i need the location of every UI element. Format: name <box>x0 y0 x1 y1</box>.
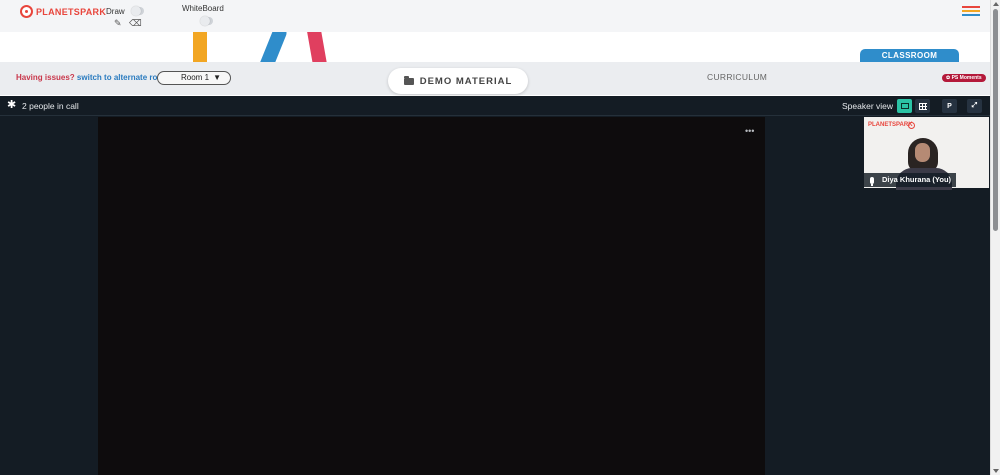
tab-curriculum[interactable]: CURRICULUM <box>707 72 767 82</box>
thumbnail-logo-mirrored <box>907 122 915 129</box>
scroll-up-icon[interactable] <box>993 2 999 6</box>
pin-button[interactable]: P <box>942 99 957 113</box>
thumbnail-logo: PLANETSPARK <box>868 122 913 128</box>
speaker-view-button[interactable] <box>897 99 912 113</box>
ps-moments-label: PS Moments <box>951 75 982 81</box>
gear-icon[interactable]: ✱ <box>7 100 16 111</box>
app-root: PLANETSPARK Draw ✎ ⌫ WhiteBoard CLASSROO… <box>0 0 1000 475</box>
logo-text: PLANETSPARK <box>36 6 107 17</box>
tab-classroom[interactable]: CLASSROOM <box>860 49 959 68</box>
folder-icon <box>403 75 414 85</box>
planetspark-logo: PLANETSPARK <box>20 5 106 18</box>
page-scrollbar[interactable] <box>990 0 1000 475</box>
logo-mark-icon <box>20 5 33 18</box>
view-mode-label: Speaker view <box>842 101 894 111</box>
ps-moments-badge[interactable]: ✿ PS Moments <box>942 74 986 82</box>
fullscreen-button[interactable]: ⤢ <box>967 99 982 113</box>
participant-name: Diya Khurana (You) <box>882 175 952 184</box>
room-select-value: Room 1 <box>181 73 210 82</box>
draw-toggle[interactable] <box>131 6 144 16</box>
demo-material-button[interactable]: DEMO MATERIAL <box>388 68 528 94</box>
grid-icon <box>918 102 927 110</box>
scroll-down-icon[interactable] <box>993 469 999 473</box>
microphone-icon <box>870 176 874 186</box>
grid-view-button[interactable] <box>915 99 930 113</box>
issues-notice: Having issues? switch to alternate room <box>16 73 169 82</box>
more-options-icon[interactable]: ••• <box>745 126 754 136</box>
decor-stroke-red <box>306 32 332 62</box>
issues-text: Having issues? <box>16 73 75 82</box>
expand-icon: ⤢ <box>971 102 978 109</box>
logo-mark-icon <box>908 122 915 129</box>
speaker-view-icon <box>900 103 909 109</box>
menu-icon[interactable] <box>962 6 980 16</box>
top-toolbar: PLANETSPARK Draw ✎ ⌫ WhiteBoard <box>0 0 990 32</box>
decorative-band <box>0 32 990 62</box>
decor-stroke-blue <box>249 32 289 62</box>
call-header: ✱ 2 people in call Speaker view P ⤢ <box>0 96 990 116</box>
people-count: 2 people in call <box>22 101 79 111</box>
participant-face <box>915 143 930 162</box>
draw-label: Draw <box>106 7 125 16</box>
alternate-room-link[interactable]: switch to alternate room <box>77 73 169 82</box>
room-select[interactable]: Room 1 ▼ <box>157 71 231 85</box>
eraser-icon[interactable]: ⌫ <box>129 19 142 28</box>
chevron-down-icon: ▼ <box>213 73 221 82</box>
scroll-thumb[interactable] <box>993 9 998 231</box>
participant-name-tag: Diya Khurana (You) <box>864 173 957 187</box>
main-video-feed <box>98 117 765 475</box>
whiteboard-toggle[interactable] <box>200 16 213 26</box>
whiteboard-label: WhiteBoard <box>182 4 224 13</box>
demo-material-label: DEMO MATERIAL <box>419 75 513 87</box>
pencil-icon[interactable]: ✎ <box>114 19 122 28</box>
decor-stroke-yellow <box>193 32 207 62</box>
thumbnail-logo-text: PLANETSPARK <box>868 122 913 128</box>
